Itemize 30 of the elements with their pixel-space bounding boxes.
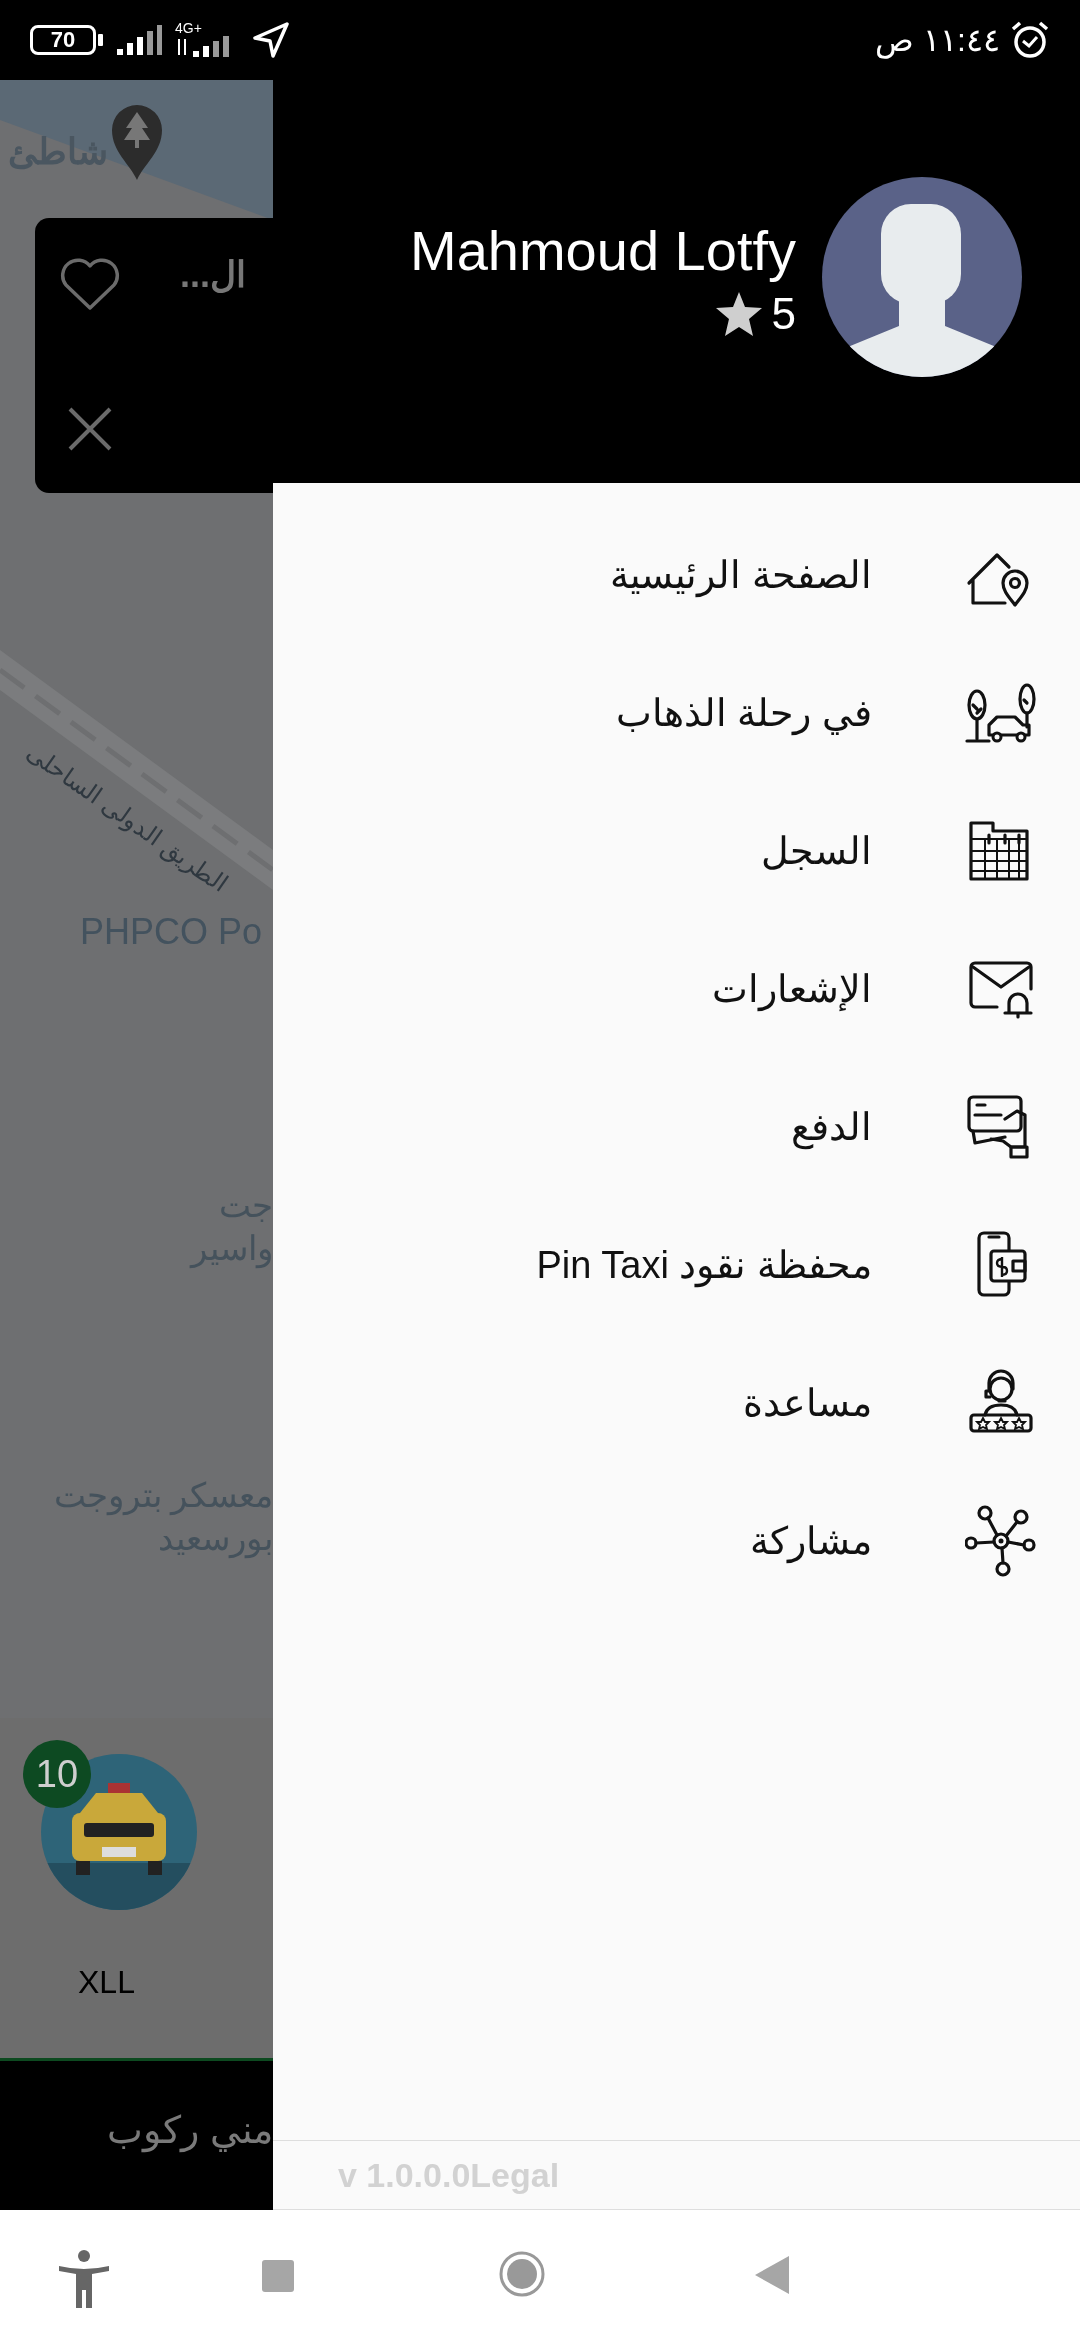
menu-item[interactable]: السجل: [273, 782, 1080, 920]
close-icon[interactable]: [66, 405, 114, 453]
alarm-icon: [1010, 20, 1050, 60]
network-type: 4G+: [175, 21, 202, 35]
accessibility-icon[interactable]: [58, 2250, 110, 2310]
network-nodes-icon: [965, 1505, 1037, 1577]
vehicle-name: XLL: [78, 1963, 135, 2002]
menu-item[interactable]: محفظة نقود Pin Taxi: [273, 1196, 1080, 1334]
location-arrow-icon: [251, 20, 291, 60]
menu-item[interactable]: مساعدة: [273, 1334, 1080, 1472]
signal-icon: [115, 23, 163, 57]
place-title: ال...: [180, 253, 246, 297]
tree-pin-icon: [110, 102, 164, 182]
vehicle-count-badge: 10: [23, 1740, 91, 1808]
menu-item[interactable]: الإشعارات: [273, 920, 1080, 1058]
back-icon[interactable]: [755, 2256, 789, 2294]
road-label: الطريق الدولى الساحلى: [21, 737, 234, 900]
avatar-icon: [821, 175, 1023, 378]
place-card[interactable]: ال...: [35, 218, 273, 493]
menu-item[interactable]: مشاركة: [273, 1472, 1080, 1610]
request-ride-button[interactable]: مني ركوب: [0, 2061, 273, 2210]
rating-value: 5: [771, 291, 796, 336]
profile-name: Mahmoud Lotfy: [410, 217, 796, 284]
heart-icon[interactable]: [60, 258, 120, 312]
battery-indicator: 70: [30, 25, 96, 55]
menu-item[interactable]: الدفع: [273, 1058, 1080, 1196]
menu-item[interactable]: في رحلة الذهاب: [273, 644, 1080, 782]
menu-item[interactable]: الصفحة الرئيسية: [273, 506, 1080, 644]
home-icon[interactable]: [498, 2250, 546, 2298]
clock-time: ١١:٤٤ ص: [875, 21, 1000, 61]
